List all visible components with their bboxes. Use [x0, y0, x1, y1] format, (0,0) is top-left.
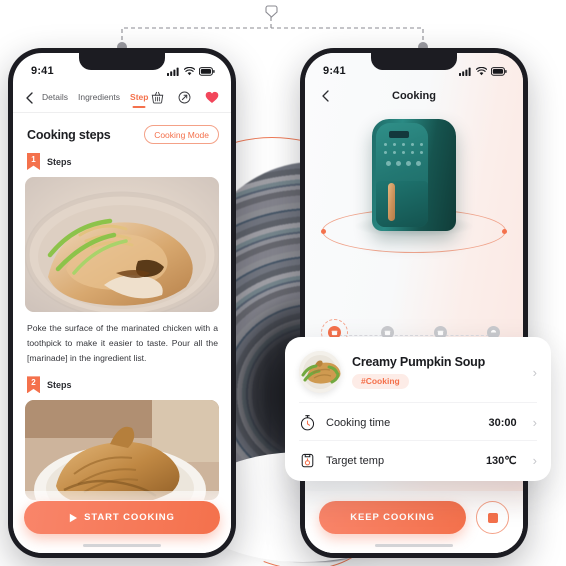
recipe-card-header[interactable]: Creamy Pumpkin Soup #Cooking ›	[299, 351, 537, 393]
wifi-icon	[476, 66, 487, 75]
pot-icon	[437, 330, 444, 336]
right-status-time: 9:41	[323, 65, 346, 77]
wifi-icon	[184, 66, 195, 75]
start-cooking-button[interactable]: START COOKING	[24, 501, 220, 534]
target-temp-value: 130℃	[485, 455, 517, 467]
target-temp-label: Target temp	[326, 454, 385, 467]
left-nav-actions	[151, 91, 219, 104]
left-tab-bar: Details Ingredients Step	[42, 92, 148, 103]
stop-button[interactable]	[476, 501, 509, 534]
step-1-badge: 1	[27, 153, 40, 170]
left-phone-screen: 9:41 Details Ingredients Step Cooking st…	[13, 53, 231, 553]
keep-cooking-button[interactable]: KEEP COOKING	[319, 501, 466, 534]
orbit-dot-right	[502, 228, 507, 234]
orbit-dot-left	[321, 228, 326, 234]
start-cooking-label: START COOKING	[84, 512, 175, 523]
right-home-indicator	[375, 543, 453, 547]
basket-icon[interactable]	[151, 91, 164, 104]
marinated-chicken-image	[25, 177, 219, 312]
pin-marker-icon	[265, 5, 278, 18]
step-1-heading: 1 Steps	[13, 144, 231, 177]
left-home-indicator	[83, 543, 161, 547]
pot-icon	[331, 330, 337, 336]
row-cooking-time[interactable]: Cooking time 30:00 ›	[299, 402, 537, 431]
appliance-area	[305, 113, 523, 265]
recipe-tag[interactable]: #Cooking	[352, 373, 409, 389]
fryer-control-panel	[380, 129, 424, 173]
roasted-chicken-thumbnail-image	[299, 351, 341, 393]
stop-square-icon	[487, 512, 498, 523]
left-nav-bar: Details Ingredients Step	[13, 83, 231, 113]
recipe-card-text: Creamy Pumpkin Soup #Cooking	[352, 355, 522, 390]
play-icon	[69, 513, 78, 522]
fryer-drawer	[376, 181, 428, 227]
chevron-right-icon[interactable]: ›	[533, 416, 537, 429]
step-1-description: Poke the surface of the marinated chicke…	[27, 323, 218, 363]
battery-icon	[491, 66, 507, 76]
pot-icon	[384, 330, 391, 336]
air-fryer-illustration[interactable]	[372, 119, 456, 231]
signal-bars-icon	[167, 67, 179, 76]
battery-icon	[199, 66, 215, 76]
chevron-right-icon[interactable]: ›	[533, 366, 537, 379]
step-2-photo[interactable]	[25, 400, 219, 501]
step-2-label: Steps	[47, 379, 72, 390]
signal-bars-icon	[459, 67, 471, 76]
step-1-text: Poke the surface of the marinated chicke…	[13, 312, 231, 367]
recipe-title: Creamy Pumpkin Soup	[352, 354, 486, 369]
bowl-icon	[491, 329, 497, 333]
chevron-right-icon[interactable]: ›	[533, 454, 537, 467]
left-status-time: 9:41	[31, 65, 54, 77]
share-icon[interactable]	[178, 91, 191, 104]
stopwatch-icon	[300, 415, 315, 431]
back-button[interactable]	[23, 91, 37, 105]
back-button[interactable]	[319, 89, 333, 103]
cooking-time-value: 30:00	[488, 416, 517, 429]
tab-ingredients[interactable]: Ingredients	[78, 92, 120, 103]
heart-icon[interactable]	[205, 91, 219, 104]
left-phone-device: 9:41 Details Ingredients Step Cooking st…	[8, 48, 236, 558]
screenshot-stage: 9:41 Details Ingredients Step Cooking st…	[0, 0, 566, 566]
row-target-temp[interactable]: Target temp 130℃ ›	[299, 440, 537, 469]
right-phone-notch	[371, 53, 457, 70]
cooking-mode-button[interactable]: Cooking Mode	[144, 125, 219, 144]
recipe-thumbnail	[299, 351, 341, 393]
left-phone-notch	[79, 53, 165, 70]
step-1-label: Steps	[47, 156, 72, 167]
cooking-time-label: Cooking time	[326, 416, 391, 429]
step-2-heading: 2 Steps	[13, 367, 231, 400]
left-page-header: Cooking steps Cooking Mode	[13, 113, 231, 144]
roasted-chicken-image	[25, 400, 219, 501]
right-phone-device: 9:41 Cooking KEEP COOKING	[300, 48, 528, 558]
step-2-badge: 2	[27, 376, 40, 394]
left-status-icons	[167, 66, 215, 76]
tab-details[interactable]: Details	[42, 92, 68, 103]
fryer-handle	[388, 183, 395, 221]
step-1-photo[interactable]	[25, 177, 219, 312]
right-status-icons	[459, 66, 507, 76]
right-page-title: Cooking	[392, 90, 436, 102]
right-nav-bar: Cooking	[305, 83, 523, 109]
recipe-detail-card: Creamy Pumpkin Soup #Cooking › Cooking t…	[285, 337, 551, 481]
page-title: Cooking steps	[27, 127, 111, 142]
tab-step[interactable]: Step	[130, 92, 148, 103]
thermometer-tag-icon	[301, 453, 314, 468]
fryer-display	[389, 131, 409, 138]
